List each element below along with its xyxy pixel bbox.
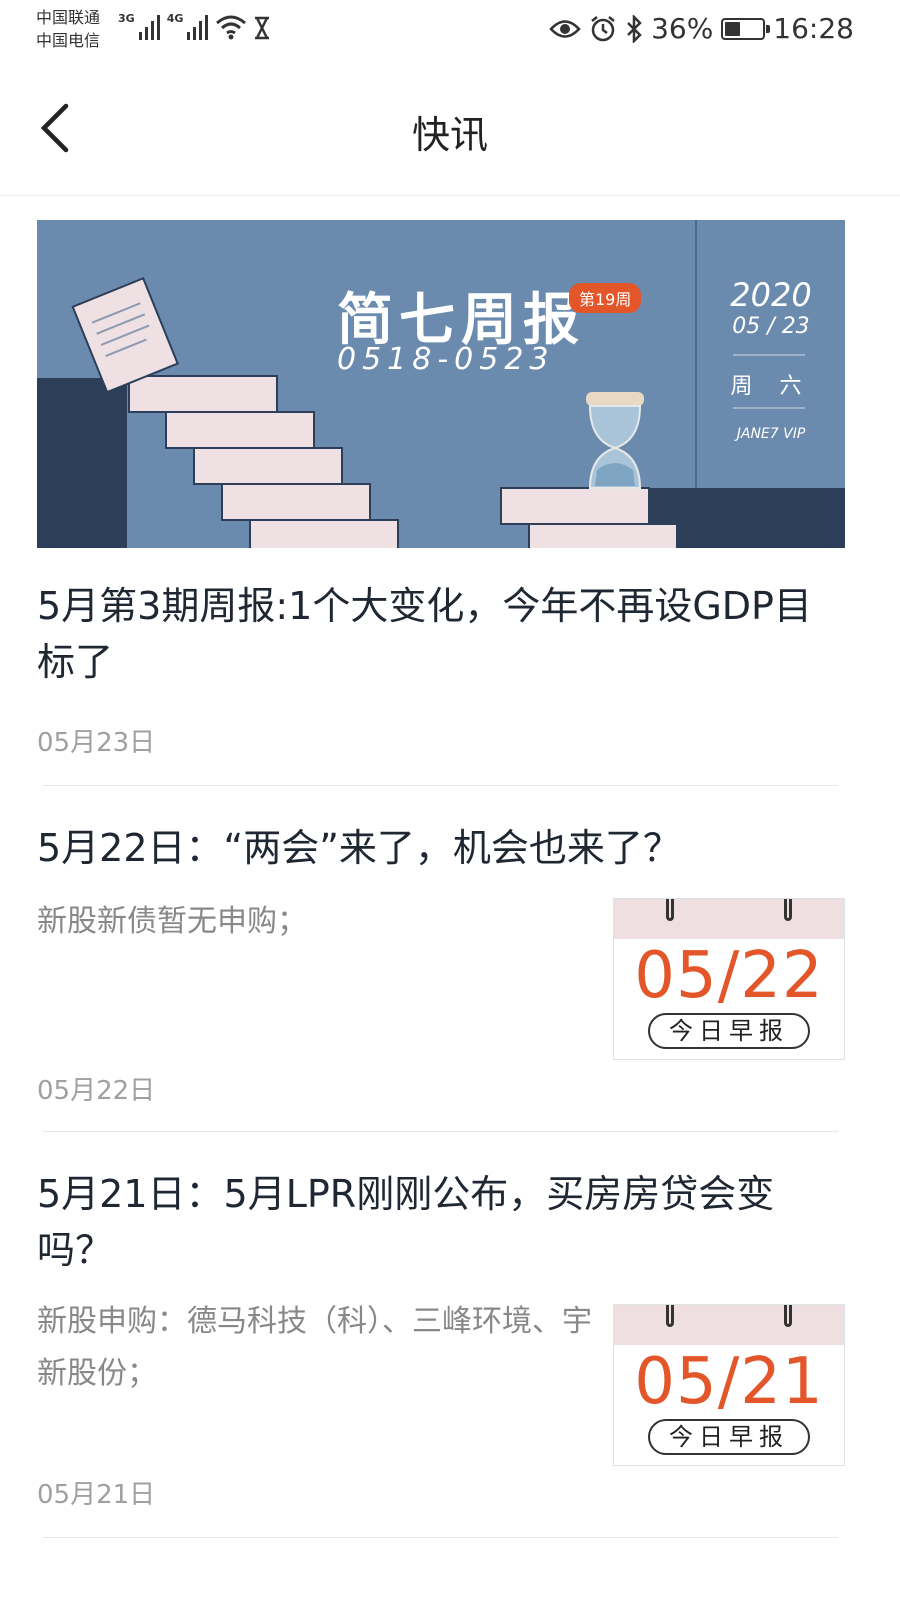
status-bar: 中国联通 中国电信 3G 4G 36% 16:28 (0, 0, 900, 64)
carrier-1: 中国联通 (36, 8, 101, 27)
weekly-report-banner[interactable]: 简七周报 第19周 0518-0523 2020 05 / 23 周 六 JAN… (37, 220, 845, 548)
battery-level (725, 21, 740, 36)
divider (43, 1131, 838, 1132)
network-indicators: 3G 4G (118, 12, 271, 40)
divider (733, 354, 805, 356)
battery-percent: 36% (651, 12, 714, 45)
nav-bar: 快讯 (0, 64, 900, 196)
banner-date-panel: 2020 05 / 23 周 六 JANE7 VIP (695, 220, 845, 488)
banner-weekday: 周 六 (730, 374, 812, 399)
thumbnail-label: 今日早报 (648, 1013, 810, 1049)
wifi-icon (216, 15, 247, 40)
signal-icon (137, 12, 161, 40)
list-item[interactable]: 5月22日：“两会”来了，机会也来了？ 新股新债暂无申购； 05/22 今日早报… (37, 820, 845, 1110)
banner-brand: JANE7 VIP (736, 426, 806, 442)
article-title: 5月22日：“两会”来了，机会也来了？ (37, 826, 681, 870)
status-right: 36% 16:28 (549, 12, 854, 45)
article-title: 5月21日：5月LPR刚刚公布，买房房贷会变吗？ (37, 1172, 775, 1272)
article-date: 05月21日 (37, 1480, 156, 1510)
battery-icon (721, 17, 771, 40)
banner-date-range: 0518-0523 (337, 342, 555, 377)
eye-icon (549, 19, 581, 38)
calendar-ring-icon (784, 899, 792, 921)
page-title: 快讯 (411, 113, 488, 157)
network-type-1: 3G (118, 12, 135, 25)
article-date: 05月23日 (37, 728, 156, 758)
list-item[interactable]: 5月21日：5月LPR刚刚公布，买房房贷会变吗？ 新股申购：德马科技（科）、三峰… (37, 1166, 845, 1516)
network-type-2: 4G (166, 12, 184, 25)
calendar-header (614, 899, 844, 939)
signal-icon (185, 12, 209, 40)
divider (733, 407, 805, 409)
alarm-icon (591, 15, 615, 41)
banner-year: 2020 (730, 276, 812, 314)
bluetooth-icon (627, 14, 642, 43)
article-date: 05月22日 (37, 1076, 156, 1106)
calendar-ring-icon (666, 899, 674, 921)
divider (43, 785, 838, 786)
banner-month-day: 05 / 23 (732, 314, 810, 339)
hourglass-icon (255, 16, 270, 40)
carrier-2: 中国电信 (36, 31, 101, 50)
thumbnail-label: 今日早报 (648, 1419, 810, 1455)
calendar-thumbnail: 05/21 今日早报 (613, 1304, 845, 1466)
list-item[interactable]: 5月第3期周报:1个大变化，今年不再设GDP目标了 05月23日 (37, 578, 845, 758)
calendar-ring-icon (666, 1305, 674, 1327)
calendar-header (614, 1305, 844, 1345)
calendar-thumbnail: 05/22 今日早报 (613, 898, 845, 1060)
article-summary: 新股申购：德马科技（科）、三峰环境、宇新股份； (37, 1304, 592, 1391)
thumbnail-date: 05/22 (634, 939, 824, 1013)
carrier-info: 中国联通 中国电信 (36, 6, 100, 52)
article-summary: 新股新债暂无申购； (37, 904, 307, 939)
divider (43, 1537, 838, 1538)
clock: 16:28 (773, 12, 854, 45)
thumbnail-date: 05/21 (634, 1345, 824, 1419)
calendar-ring-icon (784, 1305, 792, 1327)
banner-week-badge: 第19周 (569, 283, 642, 313)
article-title: 5月第3期周报:1个大变化，今年不再设GDP目标了 (37, 584, 812, 684)
